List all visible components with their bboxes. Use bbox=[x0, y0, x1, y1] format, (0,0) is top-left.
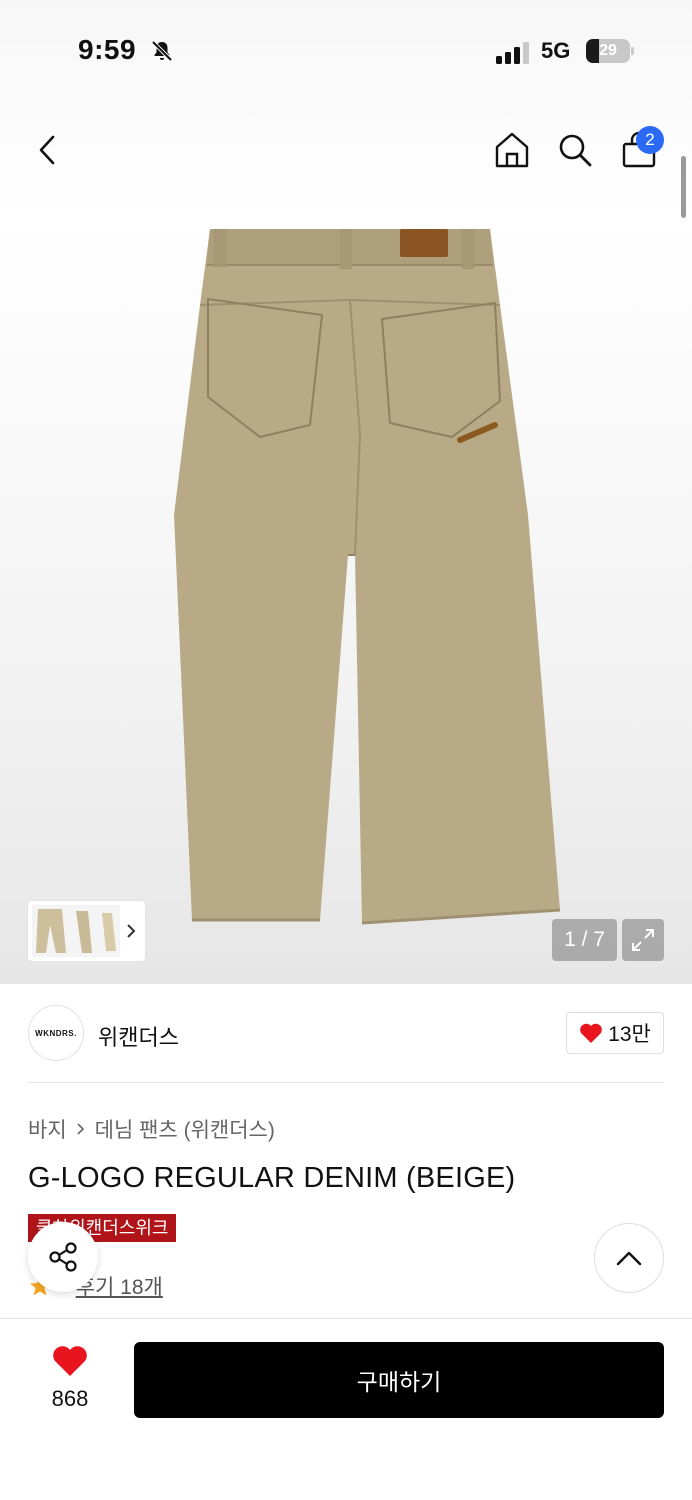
image-pager: 1 / 7 bbox=[552, 919, 617, 961]
top-navigation bbox=[0, 120, 692, 180]
breadcrumb-subcategory[interactable]: 데님 팬츠 (위캔더스) bbox=[95, 1114, 275, 1144]
brand-like-count: 13만 bbox=[608, 1023, 651, 1046]
expand-icon bbox=[632, 929, 654, 951]
thumbnail-image bbox=[32, 905, 120, 957]
brand-logo-text: WKNDRS. bbox=[35, 1028, 77, 1038]
wishlist-count: 868 bbox=[51, 1386, 89, 1411]
scroll-to-top-button[interactable] bbox=[594, 1223, 664, 1293]
battery-level: 29 bbox=[599, 42, 617, 59]
buy-button[interactable]: 구매하기 bbox=[134, 1342, 664, 1418]
brand-name[interactable]: 위캔더스 bbox=[98, 1020, 179, 1052]
wishlist-button[interactable]: 868 bbox=[30, 1342, 110, 1422]
expand-button[interactable] bbox=[622, 919, 664, 961]
home-button[interactable] bbox=[490, 128, 534, 172]
breadcrumb-separator-icon bbox=[77, 1123, 84, 1135]
thumbnail-strip[interactable] bbox=[28, 901, 145, 961]
brand-row: WKNDRS. 위캔더스 13만 bbox=[0, 1004, 692, 1062]
scrollbar-thumb[interactable] bbox=[681, 156, 686, 218]
brand-logo[interactable]: WKNDRS. bbox=[28, 1005, 84, 1061]
back-chevron-icon bbox=[39, 135, 55, 165]
brand-like-button[interactable]: 13만 bbox=[566, 1012, 664, 1054]
chevron-up-icon bbox=[616, 1251, 642, 1266]
bell-slash-icon bbox=[151, 40, 173, 62]
cart-count-badge: 2 bbox=[636, 126, 664, 154]
battery-icon: 29 bbox=[586, 39, 634, 63]
network-type: 5G bbox=[541, 38, 571, 63]
heart-icon bbox=[580, 1023, 602, 1043]
signal-bars-icon bbox=[496, 42, 529, 64]
back-button[interactable] bbox=[26, 128, 70, 172]
status-time: 9:59 bbox=[78, 34, 137, 65]
thumbnail-next-chevron-icon bbox=[127, 924, 136, 938]
breadcrumb-category[interactable]: 바지 bbox=[28, 1114, 67, 1144]
status-bar: 9:59 5G 29 bbox=[0, 0, 692, 100]
product-image-pants[interactable] bbox=[150, 215, 570, 935]
product-title: G-LOGO REGULAR DENIM (BEIGE) bbox=[28, 1162, 516, 1194]
home-icon bbox=[495, 132, 529, 168]
share-button[interactable] bbox=[28, 1222, 98, 1292]
search-button[interactable] bbox=[553, 128, 597, 172]
breadcrumb: 바지 데님 팬츠 (위캔더스) bbox=[28, 1114, 275, 1144]
heart-icon bbox=[53, 1346, 87, 1376]
divider bbox=[28, 1082, 664, 1083]
share-icon bbox=[49, 1242, 77, 1272]
bottom-bar-divider bbox=[0, 1318, 692, 1319]
search-icon bbox=[559, 134, 592, 167]
